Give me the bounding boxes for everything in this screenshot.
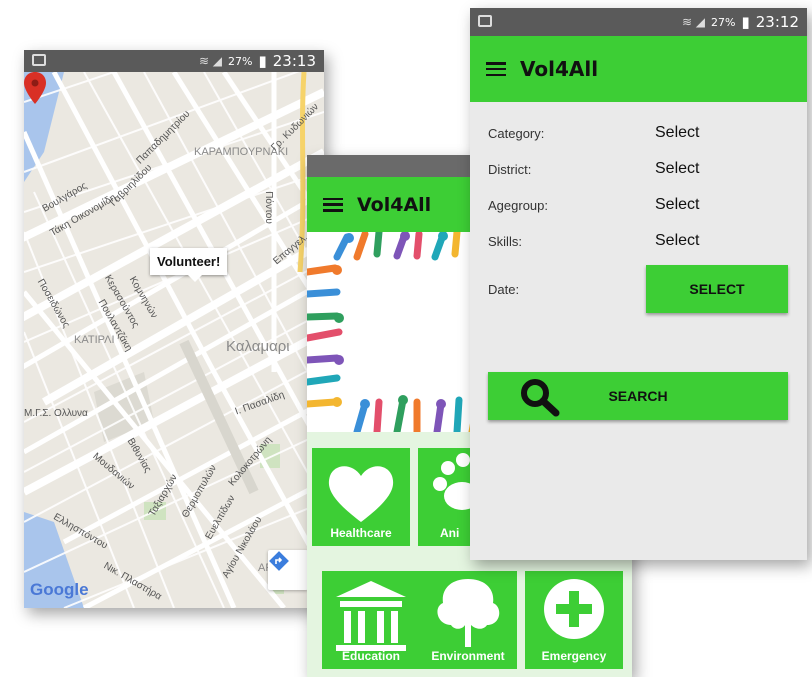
map-phone: ≋ ◢ 27% ▮ 23:13 ΚΑΡΑΜΠΟΥΡΝΑΚΙ ΚΑΤΙΡΛΙ Κα…	[24, 50, 324, 608]
district-field[interactable]: District: Select	[488, 160, 787, 178]
category-tile-education[interactable]: Education	[322, 571, 420, 669]
composite-stage: ≋ ◢ 27% ▮ 23:13 ΚΑΡΑΜΠΟΥΡΝΑΚΙ ΚΑΤΙΡΛΙ Κα…	[0, 0, 812, 677]
battery-percent: 27%	[228, 54, 253, 68]
category-tile-environment[interactable]: Environment	[419, 571, 517, 669]
agegroup-field[interactable]: Agegroup: Select	[488, 196, 787, 214]
area-label-2: ΚΑΤΙΡΛΙ	[74, 334, 115, 346]
wifi-signal-icon: ≋ ◢	[681, 15, 706, 29]
status-right: ≋ ◢ 27% ▮ 23:13	[199, 52, 316, 70]
category-field[interactable]: Category: Select	[488, 124, 787, 142]
app-title: Vol4All	[520, 57, 599, 81]
gallery-icon	[32, 54, 46, 66]
search-button[interactable]: SEARCH	[488, 372, 788, 420]
street-label: Μ.Γ.Σ. Ολλυνα	[24, 408, 88, 419]
skills-field[interactable]: Skills: Select	[488, 232, 787, 250]
status-bar: ≋ ◢ 27% ▮ 23:13	[24, 50, 324, 72]
field-value[interactable]: Select	[655, 196, 699, 214]
field-label: District:	[488, 161, 532, 177]
clock: 23:13	[272, 52, 316, 70]
search-icon	[521, 379, 560, 417]
date-label: Date:	[488, 282, 520, 297]
gallery-icon	[478, 15, 492, 27]
category-tile-emergency[interactable]: Emergency	[525, 571, 623, 669]
battery-percent: 27%	[711, 15, 736, 29]
tile-label: Healthcare	[330, 526, 392, 540]
district-label: Καλαμαρι	[226, 338, 290, 355]
tile-label: Environment	[431, 649, 505, 663]
field-label: Agegroup:	[488, 197, 548, 213]
field-label: Skills:	[488, 233, 522, 249]
status-bar: ≋ ◢ 27% ▮ 23:12	[470, 8, 807, 36]
clock: 23:12	[755, 13, 799, 31]
marker-popup[interactable]: Volunteer!	[150, 248, 228, 282]
field-value[interactable]: Select	[655, 232, 699, 250]
app-title: Vol4All	[357, 193, 432, 216]
status-right: ≋ ◢ 27% ▮ 23:12	[682, 13, 799, 31]
field-value[interactable]: Select	[655, 160, 699, 178]
hamburger-menu-icon[interactable]	[323, 197, 343, 212]
directions-button[interactable]	[268, 550, 308, 590]
date-select-button[interactable]: SELECT	[646, 265, 788, 313]
map-view[interactable]: ΚΑΡΑΜΠΟΥΡΝΑΚΙ ΚΑΤΙΡΛΙ Καλαμαρι ΑΡΕ Βουλγ…	[24, 72, 324, 608]
location-pin-icon[interactable]	[24, 72, 46, 104]
battery-icon: ▮	[741, 13, 750, 31]
category-tile-healthcare[interactable]: Healthcare	[312, 448, 410, 546]
tile-label: Emergency	[541, 649, 607, 663]
google-logo: Google	[30, 580, 89, 599]
street-label: Πόντου	[262, 191, 274, 224]
hamburger-menu-icon[interactable]	[486, 62, 506, 76]
field-value[interactable]: Select	[655, 124, 699, 142]
battery-icon: ▮	[258, 52, 267, 70]
directions-icon	[269, 551, 289, 571]
search-button-label: SEARCH	[608, 388, 668, 404]
field-label: Category:	[488, 125, 545, 141]
wifi-signal-icon: ≋ ◢	[198, 54, 223, 68]
app-bar: Vol4All	[470, 36, 807, 102]
search-phone: ≋ ◢ 27% ▮ 23:12 Vol4All Category: Select…	[470, 8, 807, 560]
tile-label: Education	[341, 649, 400, 663]
